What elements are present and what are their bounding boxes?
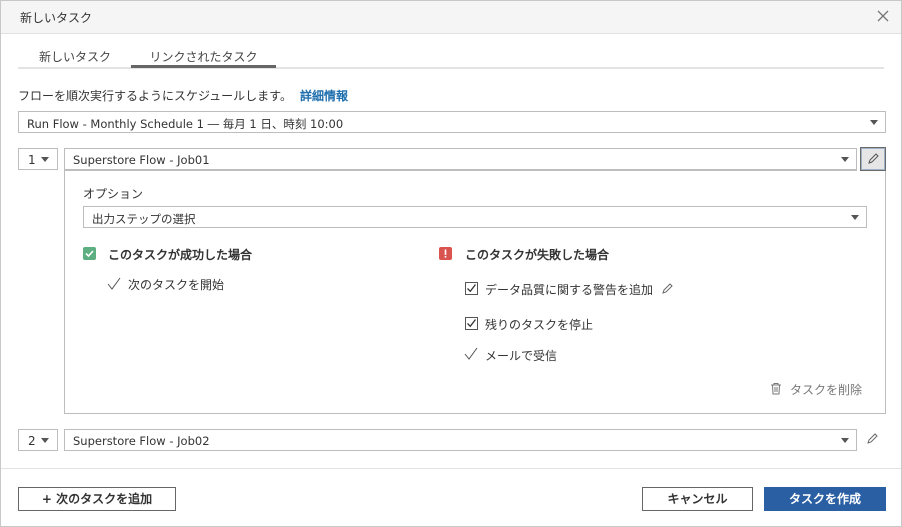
close-icon[interactable] [875, 8, 891, 24]
chevron-down-icon [41, 157, 49, 162]
trash-icon [771, 383, 781, 395]
stop-remaining-tasks-checkbox[interactable] [465, 317, 478, 330]
checkmark-icon [464, 347, 478, 360]
chevron-down-icon [841, 157, 849, 162]
tab-bar: 新しいタスク リンクされたタスク [18, 43, 884, 69]
new-task-dialog: 新しいタスク 新しいタスク リンクされたタスク フローを順次実行するようにスケジ… [0, 0, 902, 527]
task-2-flow-value: Superstore Flow - Job02 [73, 434, 210, 448]
task-1-number: 1 [28, 153, 36, 167]
delete-task-label: タスクを削除 [790, 383, 863, 397]
failure-heading: このタスクが失敗した場合 [465, 248, 610, 262]
receive-email-label: メールで受信 [485, 349, 558, 363]
task-1-flow-value: Superstore Flow - Job01 [73, 153, 210, 167]
pencil-icon[interactable] [661, 281, 675, 295]
description-text: フローを順次実行するようにスケジュールします。 [18, 89, 292, 103]
learn-more-link[interactable]: 詳細情報 [300, 89, 348, 103]
schedule-select[interactable]: Run Flow - Monthly Schedule 1 ― 毎月 1 日、時… [18, 111, 886, 133]
options-label: オプション [83, 187, 144, 201]
chevron-down-icon [41, 438, 49, 443]
tab-new-task[interactable]: 新しいタスク [39, 48, 111, 65]
stop-remaining-tasks-label: 残りのタスクを停止 [485, 318, 594, 332]
active-tab-indicator [131, 65, 276, 68]
chevron-down-icon [851, 215, 859, 220]
description: フローを順次実行するようにスケジュールします。 詳細情報 [18, 87, 348, 104]
output-step-select[interactable]: 出力ステップの選択 [83, 206, 867, 228]
data-quality-warning-checkbox[interactable] [465, 282, 478, 295]
cancel-button[interactable]: キャンセル [642, 487, 753, 511]
chevron-down-icon [841, 438, 849, 443]
chevron-down-icon [870, 120, 878, 125]
add-next-task-button[interactable]: + 次のタスクを追加 [18, 487, 176, 511]
task-2-order-select[interactable]: 2 [18, 429, 58, 451]
success-check-icon [83, 247, 96, 260]
data-quality-warning-label: データ品質に関する警告を追加 [485, 283, 654, 297]
schedule-select-value: Run Flow - Monthly Schedule 1 ― 毎月 1 日、時… [27, 117, 344, 131]
pencil-icon [868, 153, 879, 164]
start-next-task-label: 次のタスクを開始 [128, 278, 225, 292]
tab-linked-tasks[interactable]: リンクされたタスク [131, 48, 276, 65]
task-2-number: 2 [28, 434, 36, 448]
output-step-select-value: 出力ステップの選択 [92, 212, 196, 226]
success-heading: このタスクが成功した場合 [108, 248, 253, 262]
task-1-order-select[interactable]: 1 [18, 148, 58, 170]
checkmark-icon [107, 277, 121, 290]
create-task-button[interactable]: タスクを作成 [764, 487, 886, 511]
task-2-flow-select[interactable]: Superstore Flow - Job02 [64, 429, 857, 451]
task-1-edit-button[interactable] [860, 147, 886, 171]
pencil-icon [867, 433, 878, 444]
dialog-title: 新しいタスク [20, 11, 93, 25]
task-1-flow-select[interactable]: Superstore Flow - Job01 [64, 148, 857, 170]
dialog-titlebar: 新しいタスク [1, 1, 901, 34]
error-alert-icon [439, 247, 452, 260]
task-2-edit-button[interactable] [860, 428, 886, 452]
